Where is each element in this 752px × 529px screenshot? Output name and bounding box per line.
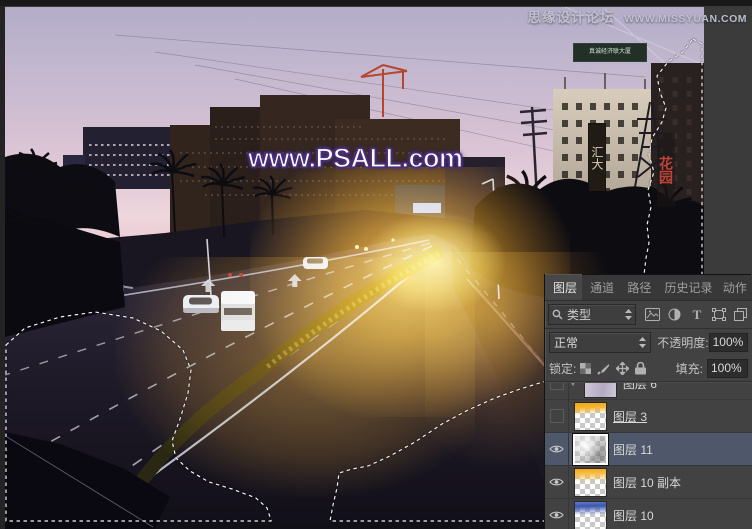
- hidden-eye-box: [550, 409, 564, 423]
- lock-buttons: [580, 362, 646, 375]
- blend-mode-value: 正常: [554, 334, 639, 351]
- layer-row[interactable]: ▼ 图层 6: [545, 382, 752, 400]
- filter-shape-layers-icon[interactable]: [710, 307, 727, 323]
- visibility-toggle[interactable]: [545, 382, 569, 399]
- lock-row: 锁定: 填充: 100%: [545, 356, 752, 382]
- layer-thumbnail[interactable]: [575, 502, 606, 529]
- filter-adjustment-layers-icon[interactable]: [666, 307, 683, 323]
- lock-all-padlock-icon[interactable]: [635, 362, 646, 375]
- tab-layers[interactable]: 图层: [545, 274, 582, 300]
- lock-label: 锁定:: [549, 360, 576, 377]
- updown-arrows-icon: [639, 337, 646, 348]
- layer-row-selected[interactable]: 图层 11: [545, 433, 752, 466]
- lock-transparency-icon[interactable]: [580, 363, 591, 374]
- layer-row[interactable]: 图层 3: [545, 400, 752, 433]
- visibility-toggle[interactable]: [545, 466, 569, 498]
- lock-pixels-brush-icon[interactable]: [597, 363, 610, 375]
- filter-pixel-layers-icon[interactable]: [644, 307, 661, 323]
- tab-actions[interactable]: 动作: [715, 275, 752, 300]
- layers-list: ▼ 图层 6 图层 3 图层 11: [545, 382, 752, 529]
- updown-arrows-icon: [625, 309, 632, 320]
- panel-tabs: 图层 通道 路径 历史记录 动作: [545, 275, 752, 301]
- layer-filter-row: 类型 T: [545, 301, 752, 329]
- layer-row[interactable]: 图层 10 副本: [545, 466, 752, 499]
- layer-row[interactable]: 图层 10: [545, 499, 752, 529]
- site-url: WWW.MISSYUAN.COM: [624, 13, 747, 25]
- layer-thumbnail[interactable]: [575, 469, 606, 496]
- layer-name: 图层 10 副本: [613, 474, 681, 491]
- layer-name: 图层 6: [623, 382, 657, 392]
- photoshop-workspace: 真诚经济联大厦 汇大 花园 www.PSALL.com 思缘设计论坛 WWW.M…: [0, 0, 752, 529]
- filter-type-buttons: T: [644, 307, 749, 323]
- visibility-toggle[interactable]: [545, 400, 569, 432]
- blend-row: 正常 不透明度: 100%: [545, 329, 752, 356]
- layer-thumbnail[interactable]: [585, 382, 616, 397]
- site-watermark: 思缘设计论坛 WWW.MISSYUAN.COM: [528, 6, 747, 27]
- layer-thumbnail[interactable]: [575, 403, 606, 430]
- visibility-toggle[interactable]: [545, 499, 569, 529]
- layer-name: 图层 3: [613, 408, 647, 425]
- fill-value[interactable]: 100%: [707, 359, 748, 378]
- filter-smart-objects-icon[interactable]: [732, 307, 749, 323]
- layer-thumbnail[interactable]: [573, 434, 608, 465]
- eye-icon: [549, 510, 564, 520]
- filter-kind-label: 类型: [567, 306, 621, 323]
- filter-kind-dropdown[interactable]: 类型: [548, 304, 636, 325]
- lock-position-move-icon[interactable]: [616, 362, 629, 375]
- tab-channels[interactable]: 通道: [582, 275, 619, 300]
- eye-icon: [549, 444, 564, 454]
- layer-name: 图层 10: [613, 507, 654, 524]
- fill-label: 填充:: [676, 360, 703, 377]
- blend-mode-select[interactable]: 正常: [549, 332, 651, 353]
- collapse-caret-icon[interactable]: ▼: [569, 382, 577, 388]
- layers-panel: 图层 通道 路径 历史记录 动作 类型: [545, 275, 752, 529]
- svg-text:T: T: [692, 308, 701, 321]
- eye-icon: [549, 477, 564, 487]
- filter-type-layers-icon[interactable]: T: [688, 307, 705, 323]
- search-icon: [552, 309, 563, 320]
- visibility-toggle[interactable]: [545, 433, 569, 465]
- opacity-label: 不透明度:: [657, 334, 708, 351]
- tab-paths[interactable]: 路径: [619, 275, 656, 300]
- hidden-eye-box: [550, 382, 564, 390]
- opacity-value[interactable]: 100%: [709, 333, 748, 352]
- site-name: 思缘设计论坛: [528, 10, 615, 25]
- tab-history[interactable]: 历史记录: [657, 275, 715, 300]
- layer-name: 图层 11: [613, 441, 653, 458]
